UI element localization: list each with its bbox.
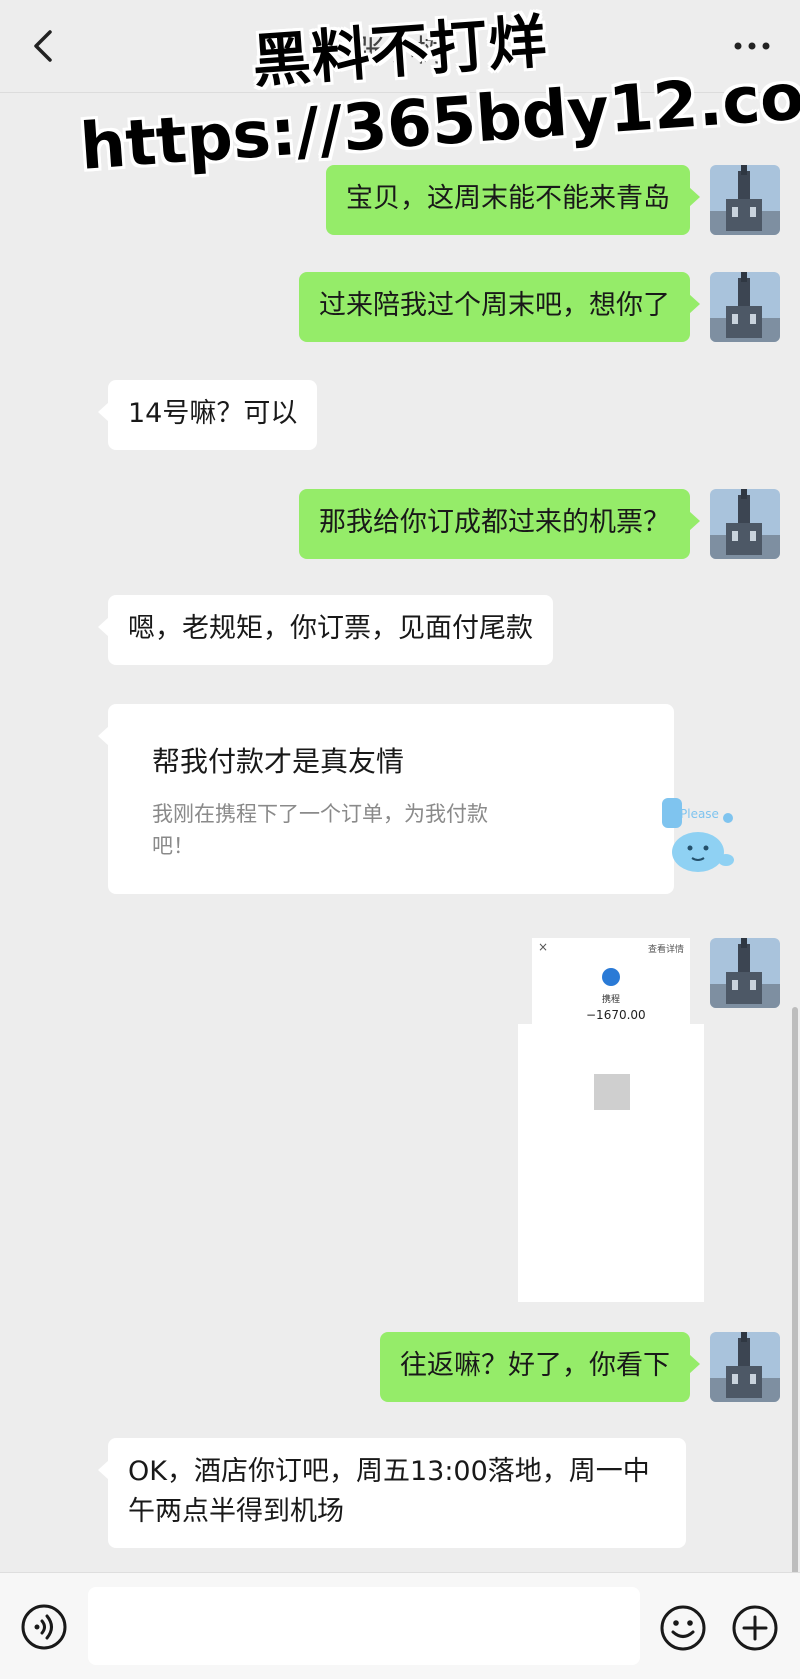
chevron-left-icon[interactable] bbox=[28, 26, 58, 66]
message-bubble-incoming[interactable]: 14号嘛？可以 bbox=[97, 380, 318, 450]
screenshot-merchant-name: 携程 bbox=[602, 995, 621, 1005]
message-text: 往返嘛？好了，你看下 bbox=[400, 1350, 670, 1381]
screenshot-amount: −1670.00 bbox=[586, 1008, 646, 1022]
message-text: 那我给你订成都过来的机票？ bbox=[319, 507, 670, 538]
payment-card-description: 我刚在携程下了一个订单，为我付款吧！ bbox=[152, 802, 488, 858]
message-text-input[interactable] bbox=[88, 1587, 640, 1665]
chat-message-list[interactable]: 宝贝，这周末能不能来青岛 过来陪我过个周末吧，想你了 14号嘛？可以 那我给你订… bbox=[0, 92, 800, 1607]
my-avatar[interactable] bbox=[710, 1332, 780, 1402]
chat-title: 张小树 bbox=[355, 34, 445, 69]
my-avatar[interactable] bbox=[710, 165, 780, 235]
message-text: 14号嘛？可以 bbox=[128, 398, 298, 429]
message-bubble-incoming[interactable]: OK，酒店你订吧，周五13:00落地，周一中午两点半得到机场 bbox=[98, 1438, 686, 1548]
message-bubble-outgoing[interactable]: 往返嘛？好了，你看下 bbox=[380, 1332, 700, 1402]
emoji-icon[interactable] bbox=[658, 1603, 708, 1653]
message-text: 宝贝，这周末能不能来青岛 bbox=[346, 183, 670, 214]
message-text: OK，酒店你订吧，周五13:00落地，周一中午两点半得到机场 bbox=[128, 1456, 650, 1527]
chat-header: 张小树 bbox=[0, 0, 800, 93]
screenshot-close-text: × bbox=[538, 940, 549, 954]
my-avatar[interactable] bbox=[710, 272, 780, 342]
message-bubble-outgoing[interactable]: 宝贝，这周末能不能来青岛 bbox=[326, 165, 700, 235]
message-bubble-incoming[interactable]: 嗯，老规矩，你订票，见面付尾款 bbox=[98, 595, 553, 665]
message-bubble-outgoing[interactable]: 过来陪我过个周末吧，想你了 bbox=[299, 272, 700, 342]
my-avatar[interactable] bbox=[710, 489, 780, 559]
chat-scrollbar[interactable] bbox=[792, 1007, 798, 1607]
blurred-qr-placeholder bbox=[594, 1074, 630, 1110]
payment-card-title: 帮我付款才是真友情 bbox=[152, 745, 405, 778]
payment-screenshot-image[interactable]: × 查看详情 携程 −1670.00 bbox=[532, 938, 690, 1032]
ctrip-logo-icon bbox=[602, 968, 620, 986]
screenshot-link-text: 查看详情 bbox=[647, 945, 684, 955]
my-avatar[interactable] bbox=[710, 938, 780, 1008]
seal-please-sticker-icon: Please bbox=[662, 798, 734, 872]
payment-request-card[interactable]: 帮我付款才是真友情 我刚在携程下了一个订单，为我付款吧！ Please bbox=[98, 704, 734, 894]
message-text: 过来陪我过个周末吧，想你了 bbox=[319, 290, 670, 321]
message-text: 嗯，老规矩，你订票，见面付尾款 bbox=[128, 613, 533, 644]
sticker-text: Please bbox=[680, 807, 719, 821]
message-bubble-outgoing[interactable]: 那我给你订成都过来的机票？ bbox=[299, 489, 700, 559]
payment-screenshot-image-bottom[interactable] bbox=[518, 1190, 704, 1302]
plus-icon[interactable] bbox=[730, 1603, 780, 1653]
voice-icon[interactable] bbox=[20, 1603, 68, 1651]
more-dots-icon[interactable] bbox=[732, 36, 772, 56]
message-input-bar bbox=[0, 1572, 800, 1679]
